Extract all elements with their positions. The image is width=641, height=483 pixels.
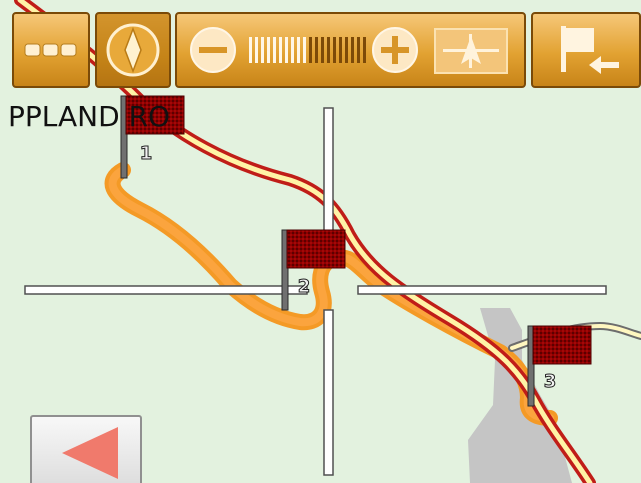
waypoint-number-1: 1 xyxy=(139,143,153,165)
crosshair-bottom-bar xyxy=(323,309,334,476)
map-screen: PPLAND RO 1 2 3 xyxy=(0,0,641,483)
map-toolbar xyxy=(0,0,641,102)
menu-button[interactable] xyxy=(12,12,90,88)
zoom-level-slider[interactable] xyxy=(249,37,366,63)
zoom-in-icon[interactable] xyxy=(372,27,418,73)
compass-button[interactable] xyxy=(95,12,171,88)
flag-return-icon xyxy=(561,26,619,74)
waypoint-number-3: 3 xyxy=(543,371,557,393)
crosshair-right-bar xyxy=(357,285,607,295)
place-name-label: PPLAND RO xyxy=(8,100,171,133)
zoom-out-icon[interactable] xyxy=(190,27,236,73)
waypoint-flag-button[interactable] xyxy=(531,12,641,88)
back-button[interactable] xyxy=(30,415,142,483)
compass-icon xyxy=(106,23,160,77)
menu-dots-icon xyxy=(24,43,77,57)
zoom-control-panel xyxy=(175,12,526,88)
waypoint-number-2: 2 xyxy=(297,276,311,298)
north-up-icon[interactable] xyxy=(434,28,508,74)
crosshair-left-bar xyxy=(24,285,308,295)
back-arrow-icon xyxy=(62,427,118,479)
